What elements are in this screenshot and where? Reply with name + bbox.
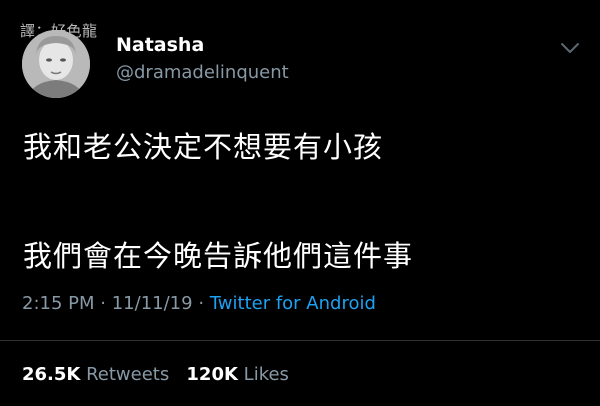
author-name[interactable]: Natasha bbox=[116, 34, 204, 56]
chevron-down-icon[interactable] bbox=[558, 38, 582, 58]
tweet-meta: 2:15 PM · 11/11/19 · Twitter for Android bbox=[22, 293, 376, 314]
likes-label: Likes bbox=[243, 364, 289, 385]
tweet-text-line-2: 我們會在今晚告訴他們這件事 bbox=[23, 239, 414, 273]
avatar-photo bbox=[22, 30, 90, 98]
tweet-time[interactable]: 2:15 PM bbox=[22, 293, 95, 314]
author-handle[interactable]: @dramadelinquent bbox=[116, 62, 289, 83]
tweet-stats: 26.5K Retweets 120K Likes bbox=[22, 364, 289, 385]
likes-count: 120K bbox=[186, 364, 238, 385]
tweet-source-link[interactable]: Twitter for Android bbox=[210, 293, 376, 314]
tweet-text-line-1: 我和老公決定不想要有小孩 bbox=[23, 130, 384, 164]
retweets-count: 26.5K bbox=[22, 364, 81, 385]
meta-separator: · bbox=[198, 293, 205, 314]
retweets-stat[interactable]: 26.5K Retweets bbox=[22, 364, 169, 385]
meta-separator: · bbox=[100, 293, 106, 314]
retweets-label: Retweets bbox=[86, 364, 170, 385]
tweet-date[interactable]: 11/11/19 bbox=[112, 293, 193, 314]
divider bbox=[0, 340, 600, 341]
tweet-header: Natasha @dramadelinquent bbox=[22, 30, 582, 100]
likes-stat[interactable]: 120K Likes bbox=[186, 364, 289, 385]
avatar[interactable] bbox=[22, 30, 90, 98]
